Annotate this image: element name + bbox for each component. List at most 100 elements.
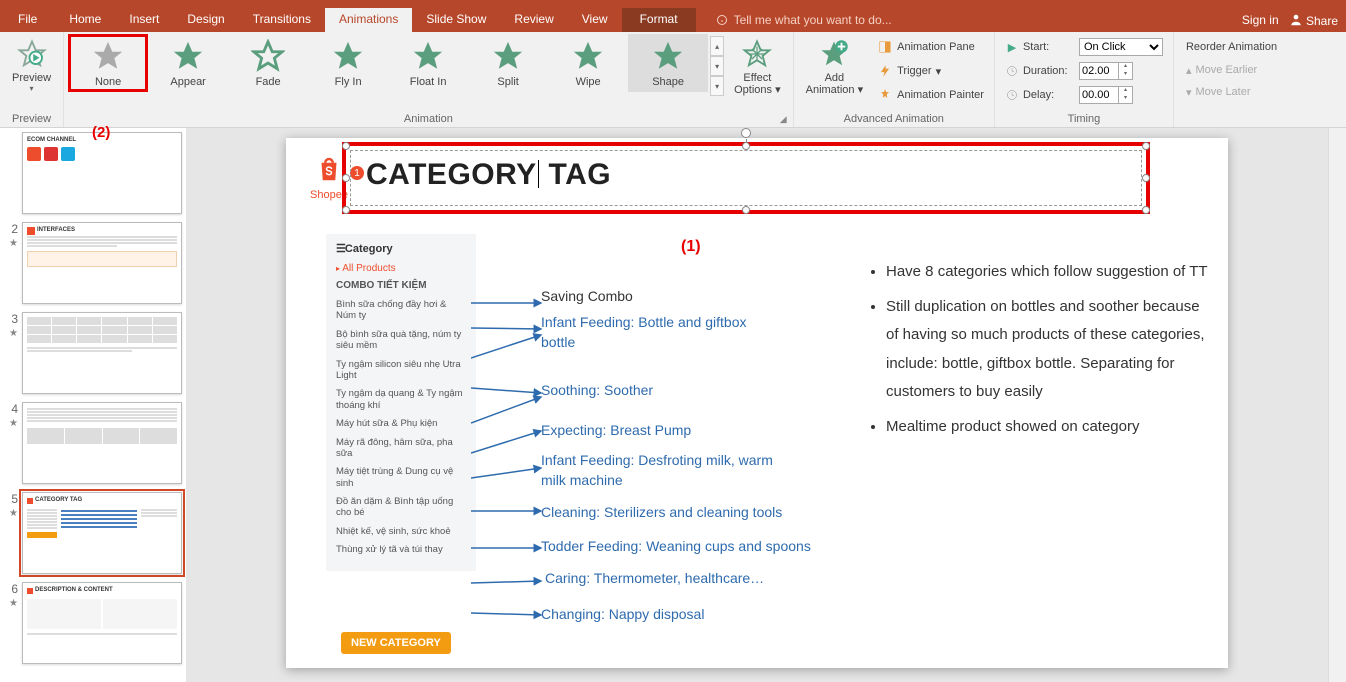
cat-item: Ty ngậm silicon siêu nhẹ Utra Light <box>336 359 466 382</box>
reorder-header: Reorder Animation <box>1186 36 1277 58</box>
animation-pane-button[interactable]: Animation Pane <box>877 36 984 58</box>
animation-pane-icon <box>877 39 893 55</box>
share-icon <box>1289 13 1303 27</box>
chevron-down-icon: ▾ <box>1186 86 1192 99</box>
anim-fade[interactable]: Fade <box>228 34 308 92</box>
cat-item: Bình sữa chống đầy hơi & Núm ty <box>336 299 466 322</box>
rotate-handle-icon[interactable] <box>741 128 751 138</box>
slide-thumb-5[interactable]: CATEGORY TAG <box>22 492 182 574</box>
cat-item: COMBO TIẾT KIỆM <box>336 280 466 292</box>
effect-options-icon <box>741 38 773 70</box>
tab-slideshow[interactable]: Slide Show <box>412 8 500 32</box>
start-select[interactable]: On Click <box>1079 38 1163 56</box>
annotation-1: (1) <box>681 238 701 256</box>
star-green-icon <box>650 38 686 74</box>
new-category-badge: NEW CATEGORY <box>341 632 451 654</box>
duration-label: Duration: <box>1023 65 1075 77</box>
play-icon: ▶ <box>1005 41 1019 54</box>
cat-item: Máy rã đông, hâm sữa, pha sữa <box>336 437 466 460</box>
trigger-icon <box>877 63 893 79</box>
tab-transitions[interactable]: Transitions <box>239 8 325 32</box>
bullet-item: Still duplication on bottles and soother… <box>886 293 1208 407</box>
slide-thumbnails[interactable]: ECOM CHANNEL 2★ INTERFACES 3★ 4★ 5★ <box>0 128 186 682</box>
anim-split[interactable]: Split <box>468 34 548 92</box>
anim-none[interactable]: None <box>68 34 148 92</box>
slide-thumb-1[interactable]: ECOM CHANNEL <box>22 132 182 214</box>
anim-flyin[interactable]: Fly In <box>308 34 388 92</box>
tell-me[interactable]: Tell me what you want to do... <box>696 8 1242 32</box>
anim-wipe[interactable]: Wipe <box>548 34 628 92</box>
cat-item: Ty ngậm dạ quang & Ty ngậm thoáng khí <box>336 388 466 411</box>
slide-thumb-6[interactable]: DESCRIPTION & CONTENT <box>22 582 182 664</box>
painter-icon <box>877 87 893 103</box>
chevron-up-icon: ▴ <box>1186 64 1192 77</box>
tab-view[interactable]: View <box>568 8 622 32</box>
cat-item: Máy hút sữa & Phụ kiện <box>336 418 466 429</box>
star-green-icon <box>570 38 606 74</box>
scroll-up-icon[interactable]: ▴ <box>710 36 724 56</box>
cat-item: Đồ ăn dặm & Bình tập uống cho bé <box>336 496 466 519</box>
group-label-animation: Animation◢ <box>68 113 789 127</box>
dialog-launcher-icon[interactable]: ◢ <box>780 114 787 125</box>
category-panel: Category All Products COMBO TIẾT KIỆM Bì… <box>326 234 476 571</box>
shopee-bag-icon <box>314 154 344 184</box>
slide-title[interactable]: CATEGORY TAG <box>366 158 611 192</box>
anim-appear[interactable]: Appear <box>148 34 228 92</box>
vertical-scrollbar[interactable] <box>1328 128 1346 682</box>
tab-format[interactable]: Format <box>622 8 696 32</box>
tab-insert[interactable]: Insert <box>115 8 173 32</box>
cat-item: Nhiệt kế, vệ sinh, sức khoẻ <box>336 526 466 537</box>
duration-icon <box>1005 65 1019 77</box>
animation-painter-button[interactable]: Animation Painter <box>877 84 984 106</box>
bullet-list: Have 8 categories which follow suggestio… <box>868 258 1208 447</box>
move-later-button: ▾Move Later <box>1186 82 1277 102</box>
ribbon: Preview ▾ Preview None Appear Fade Fly I… <box>0 32 1346 128</box>
slide: Shopee 1 CATEGORY TAG (1) Category All P <box>286 138 1228 668</box>
tab-file[interactable]: File <box>0 8 55 32</box>
anim-shape[interactable]: Shape <box>628 34 708 92</box>
share-button[interactable]: Share <box>1289 13 1338 28</box>
add-animation-button[interactable]: AddAnimation ▾ <box>798 34 872 100</box>
cat-item: Bộ bình sữa quà tặng, núm ty siêu mềm <box>336 329 466 352</box>
arrow-connectors <box>471 293 551 663</box>
tab-home[interactable]: Home <box>55 8 115 32</box>
move-earlier-button: ▴Move Earlier <box>1186 60 1277 80</box>
trigger-button[interactable]: Trigger ▾ <box>877 60 984 82</box>
delay-spinner[interactable]: ▴▾ <box>1079 86 1133 104</box>
slide-canvas[interactable]: Shopee 1 CATEGORY TAG (1) Category All P <box>186 128 1328 682</box>
tab-review[interactable]: Review <box>500 8 567 32</box>
anim-floatin[interactable]: Float In <box>388 34 468 92</box>
all-products-link: All Products <box>336 263 466 274</box>
slide-thumb-2[interactable]: INTERFACES <box>22 222 182 304</box>
preview-button[interactable]: Preview ▾ <box>4 34 59 97</box>
star-green-icon <box>490 38 526 74</box>
duration-spinner[interactable]: ▴▾ <box>1079 62 1133 80</box>
effect-options-button[interactable]: EffectOptions ▾ <box>726 34 789 100</box>
cat-item: Thùng xử lý tã và túi thay <box>336 544 466 555</box>
tab-animations[interactable]: Animations <box>325 8 412 32</box>
start-label: Start: <box>1023 41 1075 53</box>
slide-thumb-3[interactable] <box>22 312 182 394</box>
scroll-down-icon[interactable]: ▾ <box>710 56 724 76</box>
group-label-preview: Preview <box>4 113 59 127</box>
bullet-item: Have 8 categories which follow suggestio… <box>886 258 1208 287</box>
star-green-icon <box>330 38 366 74</box>
ribbon-tabs: File Home Insert Design Transitions Anim… <box>0 8 1346 32</box>
mapping-labels: Saving Combo Infant Feeding: Bottle and … <box>541 288 811 622</box>
tab-design[interactable]: Design <box>173 8 238 32</box>
delay-label: Delay: <box>1023 89 1075 101</box>
star-green-icon <box>410 38 446 74</box>
cat-item: Máy tiệt trùng & Dung cụ vệ sinh <box>336 466 466 489</box>
star-green-icon <box>170 38 206 74</box>
star-green-icon <box>250 38 286 74</box>
add-animation-icon <box>818 38 850 70</box>
bullet-item: Mealtime product showed on category <box>886 413 1208 442</box>
gallery-scroll[interactable]: ▴ ▾ ▾ <box>708 34 726 98</box>
sign-in-link[interactable]: Sign in <box>1242 13 1279 27</box>
star-outline-icon <box>90 38 126 74</box>
scroll-more-icon[interactable]: ▾ <box>710 76 724 96</box>
category-header: Category <box>336 242 466 255</box>
slide-thumb-4[interactable] <box>22 402 182 484</box>
annotation-2: (2) <box>92 124 110 141</box>
preview-icon <box>16 38 48 70</box>
